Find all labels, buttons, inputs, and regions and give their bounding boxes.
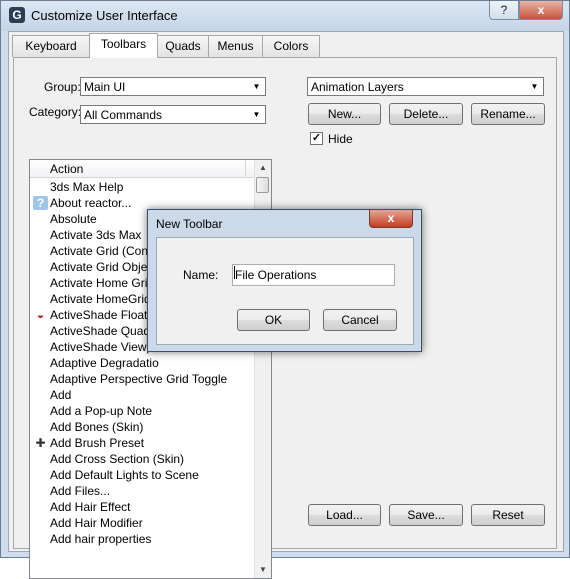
list-item-label: ActiveShade Viewpo — [50, 340, 160, 354]
list-item[interactable]: Add Files... — [30, 483, 254, 499]
list-item-label: About reactor... — [50, 196, 132, 210]
scroll-down-icon[interactable]: ▼ — [255, 562, 271, 578]
list-item-label: ActiveShade Quad — [50, 324, 151, 338]
list-item[interactable]: Add Hair Modifier — [30, 515, 254, 531]
list-item-label: ActiveShade Floater — [50, 308, 159, 322]
ok-button[interactable]: OK — [237, 309, 310, 331]
list-item[interactable]: Add a Pop-up Note — [30, 403, 254, 419]
list-item-label: 3ds Max Help — [50, 180, 124, 194]
hide-label: Hide — [328, 132, 353, 146]
toolbar-dropdown[interactable]: Animation Layers ▼ — [307, 77, 544, 96]
new-toolbar-button[interactable]: New... — [308, 103, 381, 125]
list-item[interactable]: Adaptive Perspective Grid Toggle — [30, 371, 254, 387]
list-item-label: Activate Home Grid — [50, 276, 155, 290]
list-item-label: Add Cross Section (Skin) — [50, 452, 185, 466]
list-item-label: Add a Pop-up Note — [50, 404, 153, 418]
list-item[interactable]: Add Hair Effect — [30, 499, 254, 515]
delete-toolbar-button[interactable]: Delete... — [389, 103, 463, 125]
list-item[interactable]: Add Bones (Skin) — [30, 419, 254, 435]
tab-colors[interactable]: Colors — [262, 35, 320, 57]
list-item-label: Add Brush Preset — [50, 436, 145, 450]
toolbar-name-input[interactable]: File Operations — [232, 264, 395, 286]
chevron-down-icon: ▼ — [530, 82, 539, 91]
title-bar[interactable]: G Customize User Interface ? x — [1, 1, 569, 31]
toolbar-name-value: File Operations — [235, 268, 317, 282]
list-item-label: Activate 3ds Max — [50, 228, 142, 242]
hide-checkbox[interactable]: ✓ — [310, 132, 323, 145]
group-label: Group: — [44, 80, 81, 94]
category-value: All Commands — [84, 108, 163, 122]
dialog-close-button[interactable]: x — [369, 210, 413, 228]
scroll-thumb[interactable] — [256, 177, 269, 193]
list-item-label: Add Hair Effect — [50, 500, 131, 514]
list-item-label: Absolute — [50, 212, 97, 226]
cancel-button[interactable]: Cancel — [323, 309, 397, 331]
dialog-title: New Toolbar — [156, 217, 223, 231]
list-item[interactable]: Adaptive Degradatio — [30, 355, 254, 371]
list-item-label: Adaptive Degradatio — [50, 356, 159, 370]
tab-quads[interactable]: Quads — [157, 35, 209, 57]
column-divider[interactable] — [245, 160, 246, 178]
name-label: Name: — [183, 268, 219, 282]
help-icon: ? — [33, 196, 48, 210]
chevron-down-icon: ▼ — [252, 82, 261, 91]
list-item-label: Add Default Lights to Scene — [50, 468, 199, 482]
chevron-down-icon: ▼ — [252, 110, 261, 119]
list-item[interactable]: 3ds Max Help — [30, 179, 254, 195]
new-toolbar-dialog: New Toolbar x Name: File Operations OK C… — [147, 209, 422, 352]
list-item-label: Adaptive Perspective Grid Toggle — [50, 372, 228, 386]
rename-toolbar-button[interactable]: Rename... — [471, 103, 545, 125]
window-title: Customize User Interface — [31, 8, 178, 23]
list-item[interactable]: Add Cross Section (Skin) — [30, 451, 254, 467]
list-item[interactable]: Add hair properties — [30, 531, 254, 547]
toolbar-value: Animation Layers — [311, 80, 404, 94]
list-item[interactable]: Add — [30, 387, 254, 403]
save-button[interactable]: Save... — [389, 504, 463, 526]
list-item-label: Add Hair Modifier — [50, 516, 143, 530]
tab-toolbars[interactable]: Toolbars — [89, 33, 158, 58]
help-button[interactable]: ? — [489, 1, 519, 20]
tab-keyboard[interactable]: Keyboard — [12, 35, 90, 57]
action-header-label: Action — [50, 162, 84, 176]
group-dropdown[interactable]: Main UI ▼ — [80, 77, 266, 96]
action-column-header[interactable]: Action — [30, 160, 254, 178]
list-item-label: Add — [50, 388, 72, 402]
list-item-label: Activate Grid Object — [50, 260, 157, 274]
category-dropdown[interactable]: All Commands ▼ — [80, 105, 266, 124]
dialog-body: Name: File Operations OK Cancel — [156, 237, 414, 345]
list-item[interactable]: Add Default Lights to Scene — [30, 467, 254, 483]
category-label: Category: — [29, 105, 82, 119]
reset-button[interactable]: Reset — [471, 504, 545, 526]
plus-icon: ✚ — [35, 436, 46, 450]
list-item-label: Add Bones (Skin) — [50, 420, 144, 434]
scroll-up-icon[interactable]: ▲ — [255, 160, 271, 176]
close-button[interactable]: x — [519, 1, 563, 20]
list-item-label: Add Files... — [50, 484, 111, 498]
group-value: Main UI — [84, 80, 126, 94]
list-item-label: Add hair properties — [50, 532, 152, 546]
list-item[interactable]: ✚ Add Brush Preset — [30, 435, 254, 451]
tab-menus[interactable]: Menus — [208, 35, 263, 57]
app-icon: G — [9, 7, 25, 23]
load-button[interactable]: Load... — [308, 504, 381, 526]
activeshade-icon: ◒ — [36, 308, 45, 322]
